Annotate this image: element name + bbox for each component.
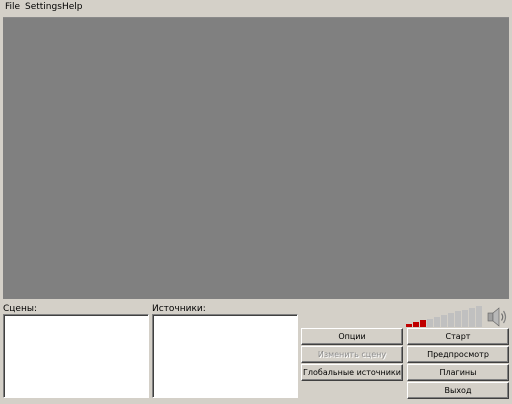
meter-bar	[448, 313, 454, 327]
menu-bar: File Settings Help	[0, 0, 512, 15]
preview-button[interactable]: Предпросмотр	[407, 346, 509, 363]
global-sources-button[interactable]: Глобальные источники	[301, 364, 403, 381]
meter-bar	[427, 318, 433, 327]
speaker-icon[interactable]	[486, 306, 510, 328]
start-button[interactable]: Старт	[407, 328, 509, 345]
audio-level-meter	[406, 305, 488, 327]
menu-file[interactable]: File	[5, 2, 20, 13]
meter-bar	[455, 311, 461, 327]
scenes-list[interactable]	[3, 314, 149, 398]
sources-list[interactable]	[152, 314, 298, 398]
sources-label: Источники:	[152, 304, 206, 314]
options-button[interactable]: Опции	[301, 328, 403, 345]
exit-button[interactable]: Выход	[407, 382, 509, 399]
meter-bar	[413, 322, 419, 327]
meter-bar	[406, 324, 412, 327]
menu-help[interactable]: Help	[62, 2, 83, 13]
preview-area	[3, 17, 509, 299]
meter-bar	[462, 309, 468, 327]
meter-bar	[434, 316, 440, 327]
edit-scene-button[interactable]: Изменить сцену	[301, 346, 403, 363]
meter-bar	[441, 315, 447, 327]
scenes-label: Сцены:	[3, 304, 37, 314]
plugins-button[interactable]: Плагины	[407, 364, 509, 381]
menu-settings[interactable]: Settings	[25, 2, 62, 13]
meter-bar	[476, 306, 482, 327]
meter-bar	[420, 320, 426, 327]
meter-bar	[469, 307, 475, 327]
